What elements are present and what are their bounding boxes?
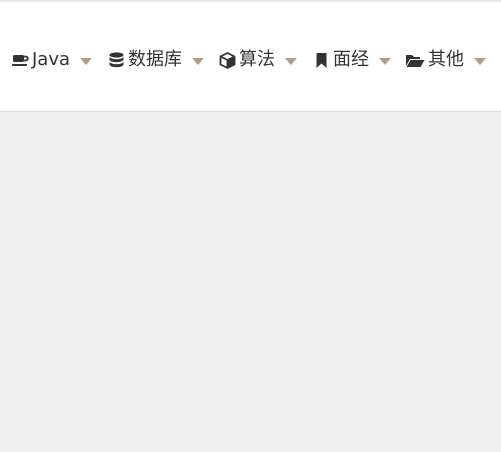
nav-item-other[interactable]: 其他 [405, 48, 486, 72]
main-content [0, 113, 501, 452]
chevron-down-icon[interactable] [80, 57, 93, 65]
chevron-down-icon[interactable] [474, 57, 486, 65]
chevron-down-icon[interactable] [192, 57, 204, 65]
chevron-down-icon[interactable] [285, 57, 297, 65]
nav-item-label: 算法 [239, 49, 275, 70]
database-icon [108, 51, 125, 69]
nav-item-label: 面经 [333, 49, 369, 70]
nav-item-label: 数据库 [128, 49, 182, 70]
coffee-icon [12, 52, 29, 69]
nav-item-java[interactable]: Java [12, 48, 93, 72]
chevron-down-icon[interactable] [379, 57, 391, 65]
cube-icon [219, 51, 236, 69]
nav-item-label: 其他 [428, 49, 464, 70]
nav-item-interview[interactable]: 面经 [313, 48, 391, 72]
folder-open-icon [405, 52, 425, 69]
bookmark-icon [313, 52, 330, 69]
nav-item-label: Java [32, 49, 71, 70]
nav-item-algorithm[interactable]: 算法 [219, 48, 297, 72]
top-navbar: Java 数据库 算法 面经 其他 [0, 2, 501, 112]
nav-item-database[interactable]: 数据库 [108, 48, 204, 72]
